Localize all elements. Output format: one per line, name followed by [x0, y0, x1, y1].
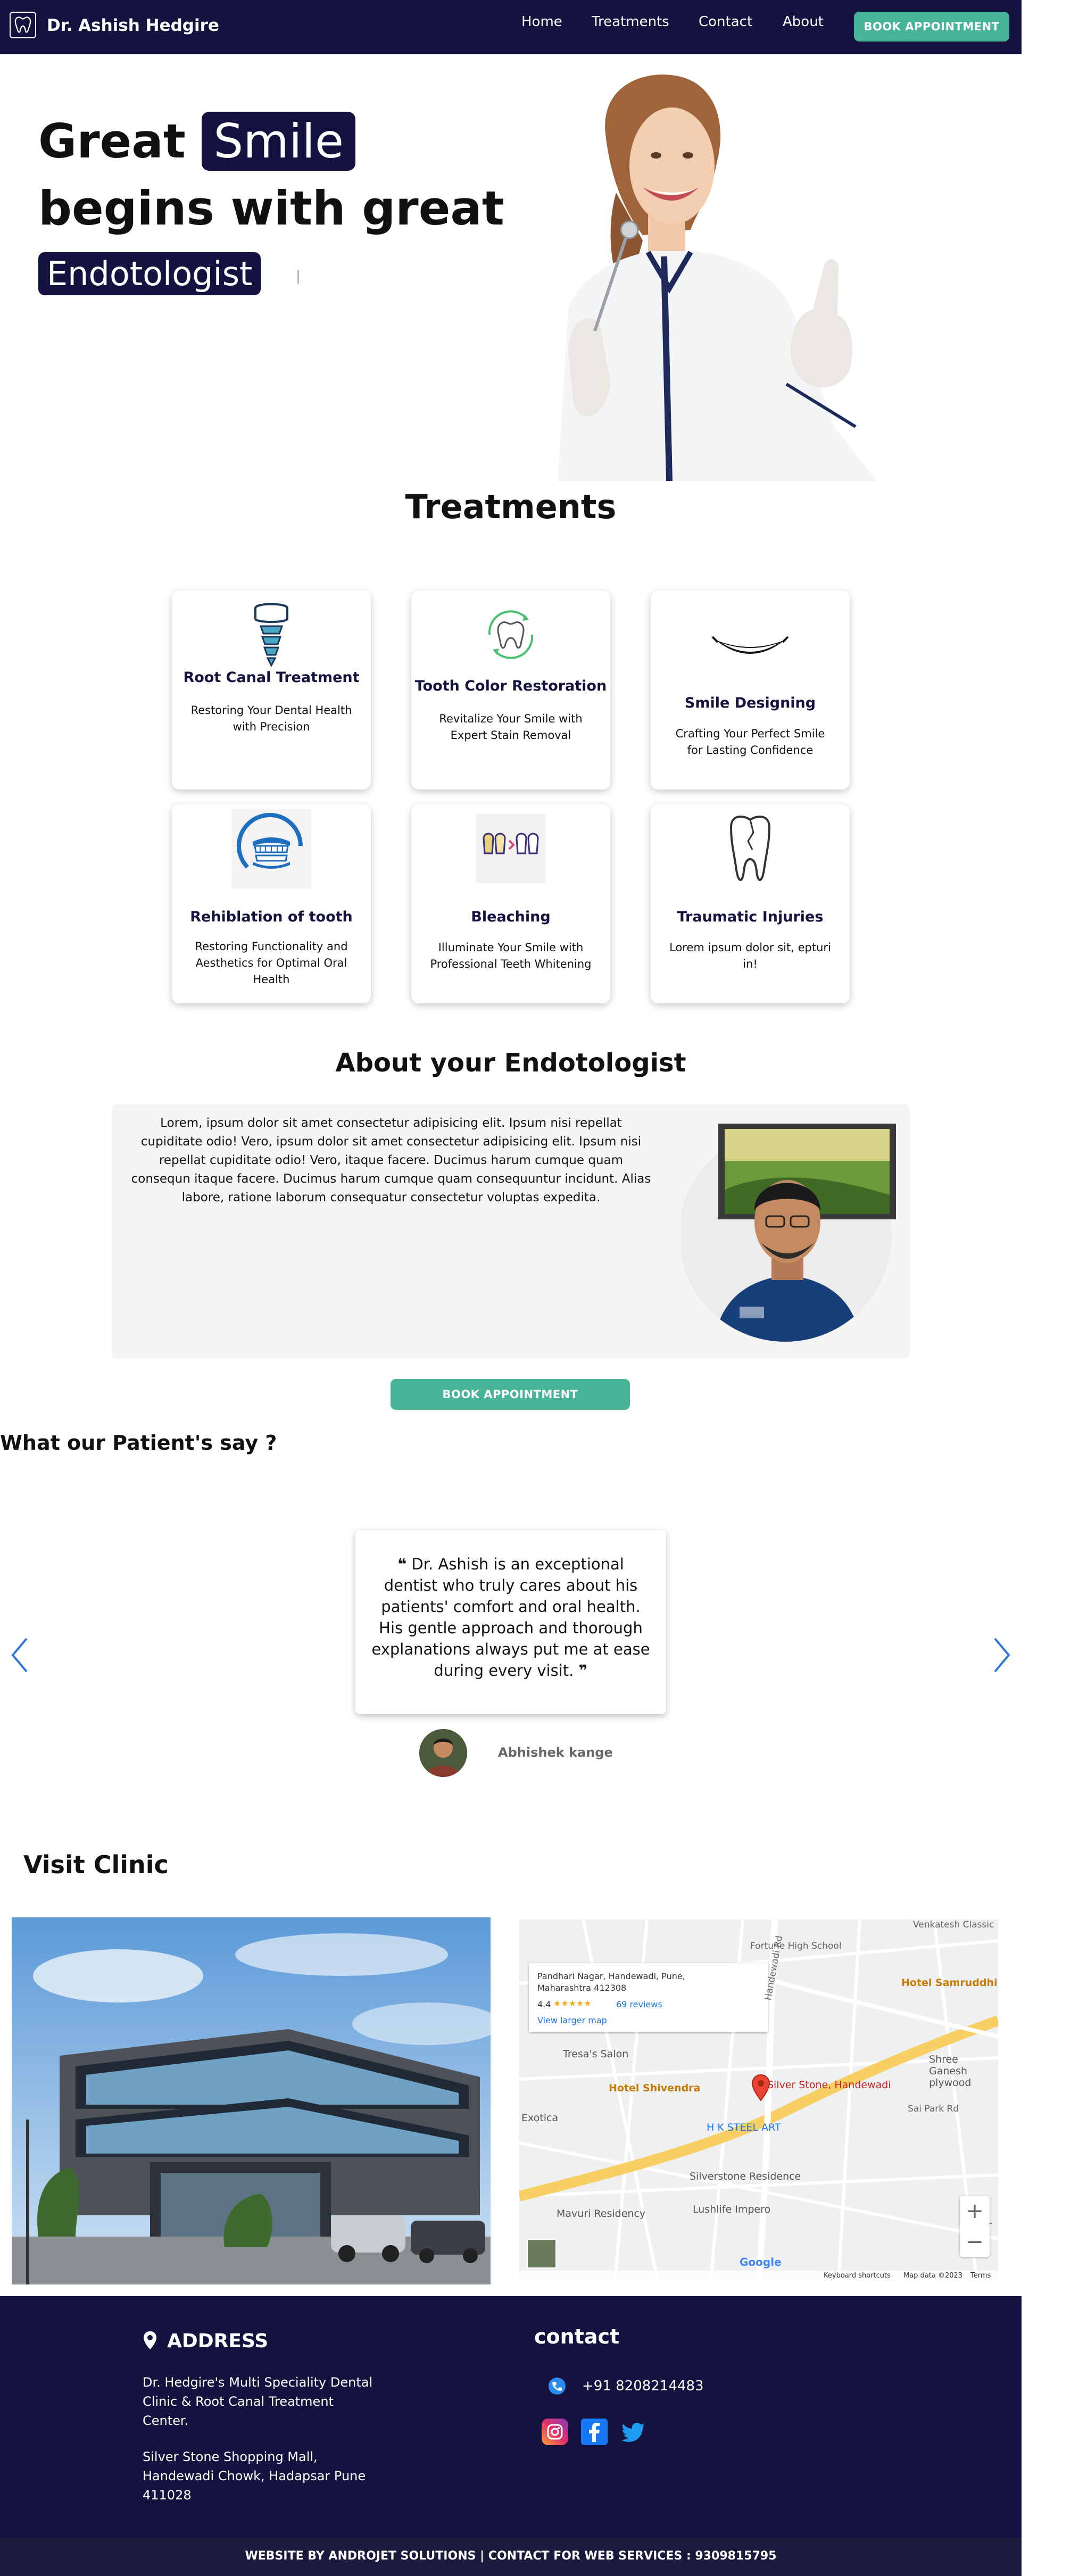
treatment-title: Traumatic Injuries: [677, 909, 824, 925]
zoom-out-icon[interactable]: −: [960, 2227, 990, 2257]
about-title: About your Endotologist: [335, 1048, 686, 1078]
treatment-desc: Crafting Your Perfect Smile for Lasting …: [675, 727, 825, 757]
teeth-whitening-icon: [471, 809, 551, 888]
hero-highlight-endotologist: Endotologist: [38, 252, 261, 295]
map-rating: 4.4: [537, 1999, 551, 2009]
quote-close-icon: ❞: [578, 1661, 588, 1680]
phone-icon: [548, 2377, 566, 2397]
location-pin-icon: [143, 2330, 157, 2353]
map-place-label: Sai Park Rd: [908, 2104, 959, 2114]
map-place-label: H K STEEL ART: [707, 2122, 781, 2133]
clinic-building-photo: [12, 1917, 491, 2284]
map-data-credit: Map data ©2023: [903, 2272, 963, 2280]
hero-headline-line1: Great Smile: [38, 112, 356, 171]
treatment-title: Tooth Color Restoration: [414, 678, 607, 694]
about-description: Lorem, ipsum dolor sit amet consectetur …: [131, 1116, 651, 1204]
map-info-card: Pandhari Nagar, Handewadi, Pune, Maharas…: [529, 1963, 768, 2032]
facebook-icon[interactable]: [581, 2419, 608, 2445]
treatment-desc: Restoring Your Dental Health with Precis…: [190, 704, 352, 733]
treatment-card-tooth-color[interactable]: Tooth Color Restoration Revitalize Your …: [411, 591, 610, 790]
map-place-label: Silverstone Residence: [690, 2171, 801, 2182]
book-appointment-button[interactable]: BOOK APPOINTMENT: [854, 12, 1009, 41]
map-location-pin-icon[interactable]: [751, 2074, 770, 2104]
google-map[interactable]: Pandhari Nagar, Handewadi, Pune, Maharas…: [519, 1919, 998, 2281]
footer-phone[interactable]: +91 8208214483: [582, 2378, 704, 2394]
map-place-label: Lushlife Impero: [693, 2204, 771, 2215]
typing-cursor: |: [295, 268, 301, 284]
instagram-icon[interactable]: [542, 2419, 568, 2445]
treatment-desc: Revitalize Your Smile with Expert Stain …: [439, 712, 583, 742]
hero-word: Great: [38, 114, 186, 169]
visit-clinic-title: Visit Clinic: [23, 1850, 169, 1879]
map-address: Pandhari Nagar, Handewadi, Pune, Maharas…: [537, 1971, 685, 1993]
treatment-title: Root Canal Treatment: [183, 669, 360, 686]
treatment-title: Rehiblation of tooth: [190, 909, 353, 925]
tooth-refresh-icon: [471, 595, 551, 675]
treatment-card-traumatic-injuries[interactable]: Traumatic Injuries Lorem ipsum dolor sit…: [651, 804, 850, 1003]
hero-headline-line2: begins with great: [38, 181, 504, 236]
hero-highlight-smile: Smile: [202, 112, 356, 171]
footer-address-title: ADDRESS: [167, 2330, 269, 2352]
tooth-logo-icon[interactable]: [10, 12, 36, 38]
hero-dentist-photo: [536, 54, 887, 481]
quote-open-icon: ❝: [397, 1555, 407, 1573]
treatment-desc: Lorem ipsum dolor sit, epturi in!: [669, 941, 831, 970]
brand-name[interactable]: Dr. Ashish Hedgire: [47, 16, 219, 35]
map-place-label: Exotica: [521, 2112, 559, 2124]
map-footer-bar: Keyboard shortcuts Map data ©2023 Terms: [519, 2271, 998, 2281]
treatment-card-rehabilitation[interactable]: Rehiblation of tooth Restoring Functiona…: [172, 804, 371, 1003]
treatment-desc: Restoring Functionality and Aesthetics f…: [195, 940, 348, 986]
zoom-in-icon[interactable]: +: [960, 2196, 990, 2226]
chevron-right-icon[interactable]: [993, 1636, 1012, 1676]
satellite-toggle-thumbnail[interactable]: [527, 2239, 557, 2268]
hero-headline-line3: Endotologist |: [38, 252, 301, 295]
book-appointment-button-about[interactable]: BOOK APPOINTMENT: [391, 1379, 630, 1410]
treatment-title: Smile Designing: [684, 695, 816, 711]
map-place-label: Hotel Shivendra: [609, 2082, 701, 2094]
map-place-label: Shree Ganesh plywood: [929, 2054, 972, 2089]
map-place-label: Mavuri Residency: [557, 2208, 646, 2220]
map-reviews-link[interactable]: 69 reviews: [616, 1999, 662, 2009]
nav-link-contact[interactable]: Contact: [699, 14, 752, 30]
smile-icon: [710, 606, 790, 686]
treatments-title: Treatments: [405, 487, 617, 526]
map-rating-stars: ★★★★★: [553, 1998, 592, 2008]
denture-icon: [231, 809, 311, 888]
doctor-photo: [679, 1115, 896, 1349]
view-larger-map-link[interactable]: View larger map: [537, 2015, 607, 2025]
treatment-card-smile-designing[interactable]: Smile Designing Crafting Your Perfect Sm…: [651, 591, 850, 790]
map-place-label: Venkatesh Classic: [913, 1919, 994, 1930]
treatment-card-bleaching[interactable]: Bleaching Illuminate Your Smile with Pro…: [411, 804, 610, 1003]
cracked-tooth-icon: [710, 809, 790, 888]
map-place-label: Silver Stone, Handewadi: [767, 2079, 891, 2091]
map-zoom-controls: + −: [960, 2196, 990, 2257]
treatment-title: Bleaching: [471, 909, 551, 925]
footer-clinic-name: Dr. Hedgire's Multi Speciality Dental Cl…: [143, 2375, 373, 2428]
chevron-left-icon[interactable]: [10, 1636, 29, 1676]
map-place-label: Hotel Samruddhi: [901, 1977, 998, 1989]
nav-link-treatments[interactable]: Treatments: [592, 14, 669, 30]
testimonial-card: ❝ Dr. Ashish is an exceptional dentist w…: [355, 1530, 666, 1714]
footer-contact-title: contact: [534, 2325, 620, 2348]
footer-credits: WEBSITE BY ANDROJET SOLUTIONS | CONTACT …: [245, 2549, 777, 2563]
dental-implant-icon: [231, 595, 311, 675]
treatment-desc: Illuminate Your Smile with Professional …: [430, 941, 592, 970]
google-logo: Google: [740, 2256, 782, 2268]
navbar: Dr. Ashish Hedgire Home Treatments Conta…: [0, 0, 1022, 54]
nav-link-home[interactable]: Home: [521, 14, 562, 30]
keyboard-shortcuts-link[interactable]: Keyboard shortcuts: [824, 2272, 891, 2280]
testimonial-author: Abhishek kange: [498, 1745, 613, 1760]
testimonial-quote: ❝ Dr. Ashish is an exceptional dentist w…: [371, 1553, 650, 1681]
nav-link-about[interactable]: About: [783, 14, 824, 30]
twitter-icon[interactable]: [620, 2419, 647, 2447]
testimonial-text: Dr. Ashish is an exceptional dentist who…: [371, 1555, 650, 1680]
map-place-label: Fortune High School: [750, 1941, 842, 1951]
treatment-card-root-canal[interactable]: Root Canal Treatment Restoring Your Dent…: [172, 591, 371, 790]
terms-link[interactable]: Terms: [970, 2272, 991, 2280]
map-place-label: Tresa's Salon: [563, 2048, 629, 2060]
avatar: [419, 1729, 467, 1777]
testimonials-title: What our Patient's say ?: [0, 1431, 277, 1455]
footer-location: Silver Stone Shopping Mall, Handewadi Ch…: [143, 2449, 366, 2503]
